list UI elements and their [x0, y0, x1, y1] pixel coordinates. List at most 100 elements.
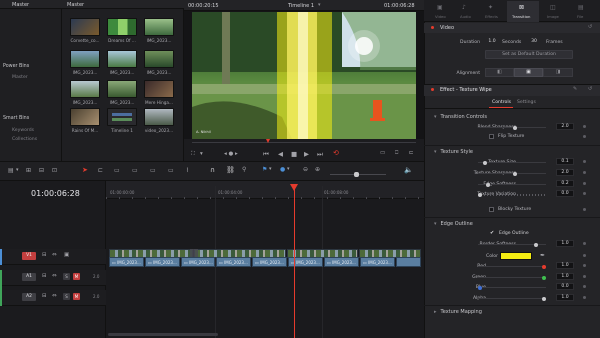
- slider-knob[interactable]: [513, 171, 518, 176]
- texture-sharpness-value[interactable]: 2.0: [556, 169, 574, 176]
- reset-icon[interactable]: ↺: [588, 24, 592, 30]
- keyframe-dot[interactable]: [583, 208, 586, 211]
- video-tab-icon[interactable]: ▣: [437, 4, 443, 11]
- insert-icon[interactable]: ▭: [132, 167, 138, 174]
- keyframe-dot[interactable]: [583, 275, 586, 278]
- texture-size-slider[interactable]: [478, 160, 546, 165]
- slider-knob[interactable]: [478, 192, 482, 197]
- thumbnail[interactable]: [144, 18, 174, 36]
- slider-knob[interactable]: [542, 296, 546, 301]
- keyframe-dot[interactable]: [583, 171, 586, 174]
- texture-sharpness-slider[interactable]: [478, 171, 546, 176]
- solo-button[interactable]: S: [63, 273, 70, 280]
- thumbnail[interactable]: [70, 18, 100, 36]
- alignment-start-button[interactable]: ◧: [485, 68, 514, 77]
- lock-icon[interactable]: ⊟: [42, 293, 47, 299]
- smart-bin-keywords[interactable]: Keywords: [12, 128, 34, 133]
- subtab-settings[interactable]: Settings: [517, 100, 536, 105]
- transition-controls-header[interactable]: ▾ Transition Controls: [434, 114, 487, 120]
- power-bins-master[interactable]: Master: [12, 75, 28, 80]
- section-enabled-dot[interactable]: [431, 26, 434, 29]
- timeline-scrollbar[interactable]: [108, 333, 218, 336]
- thumbnail[interactable]: [107, 108, 137, 126]
- texture-size-value[interactable]: 0.1: [556, 158, 574, 165]
- skip-back-icon[interactable]: ⏮: [263, 150, 269, 159]
- green-value[interactable]: 1.0: [556, 273, 574, 280]
- texture-variation-slider[interactable]: [478, 192, 546, 197]
- snap-icon[interactable]: ∩: [210, 166, 215, 174]
- red-value[interactable]: 1.0: [556, 262, 574, 269]
- duration-seconds-field[interactable]: 1.0: [485, 39, 499, 46]
- chevron-down-icon[interactable]: ▾: [318, 2, 321, 8]
- keyframe-dot[interactable]: [583, 285, 586, 288]
- auto-track-icon[interactable]: ⇔: [52, 252, 57, 258]
- link-icon[interactable]: ⛓: [226, 166, 235, 174]
- keyframe-dot[interactable]: [583, 192, 586, 195]
- file-tab-icon[interactable]: ▤: [578, 4, 584, 11]
- flag-icon[interactable]: ⚑: [262, 166, 267, 173]
- play-reverse-icon[interactable]: ◀: [278, 150, 283, 158]
- duration-frames-field[interactable]: 30: [527, 39, 541, 46]
- slider-knob[interactable]: [354, 172, 359, 177]
- blue-slider[interactable]: [478, 285, 546, 290]
- set-default-duration-button[interactable]: Set as Default Duration: [485, 50, 573, 59]
- audio-clip[interactable]: ▭ IMG_2023...: [145, 257, 180, 267]
- marker-icon[interactable]: ●: [280, 166, 285, 173]
- tab-file[interactable]: File: [577, 14, 583, 19]
- keyframe-dot[interactable]: [583, 125, 586, 128]
- thumbnail[interactable]: [107, 50, 137, 68]
- alpha-value[interactable]: 1.0: [556, 294, 574, 301]
- tab-transition[interactable]: Transition: [512, 14, 530, 19]
- lock-icon[interactable]: ⊟: [42, 273, 47, 279]
- tab-audio[interactable]: Audio: [460, 14, 471, 19]
- chevron-down-icon[interactable]: ▾: [269, 166, 272, 172]
- slider-knob[interactable]: [542, 275, 546, 280]
- tool-icon[interactable]: ⊡: [52, 167, 57, 174]
- edge-outline-header[interactable]: ▾ Edge Outline: [434, 221, 473, 227]
- lock-icon[interactable]: ⊟: [42, 252, 47, 258]
- border-softness-slider[interactable]: [478, 242, 546, 247]
- effect-enabled-dot[interactable]: [431, 88, 434, 91]
- thumbnail[interactable]: [107, 80, 137, 98]
- tab-effects[interactable]: Effects: [485, 14, 498, 19]
- blade-icon[interactable]: ⌇: [186, 167, 189, 174]
- tool-icon[interactable]: ⊟: [39, 167, 44, 174]
- edge-softness-slider[interactable]: [478, 182, 546, 187]
- trim-icon[interactable]: ⊏: [98, 167, 103, 174]
- timeline-timecode[interactable]: 01:00:06:28: [31, 189, 80, 198]
- zoom-detail-icon[interactable]: ⊕: [315, 166, 320, 173]
- thumbnail[interactable]: [144, 50, 174, 68]
- blocky-texture-checkbox[interactable]: [489, 207, 494, 212]
- play-icon[interactable]: ▶: [304, 150, 309, 158]
- playhead-line[interactable]: [294, 186, 295, 338]
- chevron-down-icon[interactable]: ▾: [287, 166, 290, 172]
- texture-style-header[interactable]: ▾ Texture Style: [434, 149, 473, 155]
- alpha-slider[interactable]: [478, 296, 546, 301]
- slider-knob[interactable]: [478, 285, 482, 290]
- keyframe-dot[interactable]: [583, 242, 586, 245]
- auto-track-icon[interactable]: ⇔: [52, 293, 57, 299]
- thumbnail[interactable]: [144, 80, 174, 98]
- scrubber-playhead[interactable]: [266, 139, 270, 143]
- mute-button[interactable]: M: [73, 293, 80, 300]
- replace-icon[interactable]: ▭: [150, 167, 156, 174]
- scrubber-bar[interactable]: [192, 142, 416, 143]
- skip-forward-icon[interactable]: ⏭: [317, 150, 323, 159]
- audio-tab-icon[interactable]: ♪: [462, 4, 466, 11]
- texture-mapping-header[interactable]: ▸ Texture Mapping: [434, 309, 482, 315]
- audio-clip[interactable]: ▭ IMG_2023...: [109, 257, 144, 267]
- transition-tab-icon[interactable]: ⊠: [519, 4, 524, 11]
- display-icon[interactable]: ▭: [380, 150, 385, 156]
- chevron-down-icon[interactable]: ▾: [16, 167, 19, 173]
- keyframe-dot[interactable]: [583, 296, 586, 299]
- frame-icon[interactable]: ⛶: [191, 151, 195, 158]
- green-slider[interactable]: [478, 275, 546, 280]
- blend-sharpness-slider[interactable]: [478, 125, 546, 130]
- mute-button[interactable]: M: [73, 273, 80, 280]
- auto-track-icon[interactable]: ⇔: [52, 273, 57, 279]
- slider-knob[interactable]: [534, 242, 539, 247]
- keyframe-dot[interactable]: [583, 182, 586, 185]
- texture-variation-value[interactable]: 0.0: [556, 190, 574, 197]
- audio-clip[interactable]: ▭ IMG_2023...: [216, 257, 251, 267]
- position-lock-icon[interactable]: ⚲: [242, 166, 246, 173]
